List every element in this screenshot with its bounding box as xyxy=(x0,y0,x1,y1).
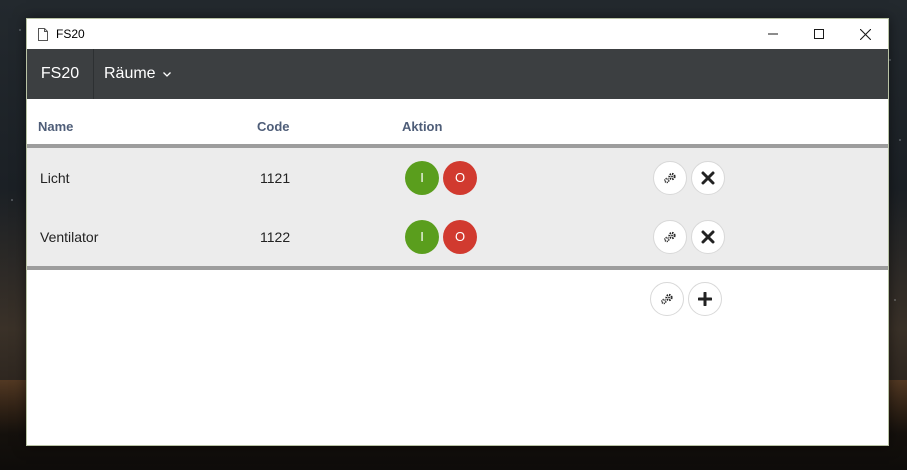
global-settings-button[interactable] xyxy=(650,282,684,316)
column-header-action: Aktion xyxy=(402,119,443,134)
device-table: Name Code Aktion Licht 1121 I O Ventilat… xyxy=(27,99,888,328)
switch-off-button[interactable]: O xyxy=(443,160,477,195)
gears-icon xyxy=(664,231,676,242)
delete-button[interactable] xyxy=(691,219,725,254)
times-icon xyxy=(701,230,715,243)
table-row: Licht 1121 I O xyxy=(27,148,888,207)
table-header: Name Code Aktion xyxy=(27,99,888,144)
rooms-dropdown-label: Räume xyxy=(104,65,156,82)
window-title: FS20 xyxy=(56,27,85,41)
switch-off-button[interactable]: O xyxy=(443,219,477,254)
maximize-button[interactable] xyxy=(796,19,842,49)
gears-icon xyxy=(661,293,673,305)
close-icon xyxy=(859,28,871,40)
switch-on-button[interactable]: I xyxy=(405,160,439,195)
settings-button[interactable] xyxy=(653,160,687,195)
rooms-dropdown[interactable]: Räume xyxy=(94,49,172,99)
device-code: 1122 xyxy=(260,228,291,245)
table-footer xyxy=(27,270,888,328)
brand-link[interactable]: FS20 xyxy=(27,49,94,99)
times-icon xyxy=(701,171,715,184)
minimize-icon xyxy=(768,33,778,35)
table-row: Ventilator 1122 I O xyxy=(27,207,888,266)
device-name: Licht xyxy=(40,169,70,186)
add-device-button[interactable] xyxy=(688,282,722,316)
app-window: FS20 FS20 Räume Name Code Aktion Licht 1… xyxy=(26,18,889,446)
minimize-button[interactable] xyxy=(750,19,796,49)
settings-button[interactable] xyxy=(653,219,687,254)
chevron-down-icon xyxy=(162,72,171,77)
switch-on-button[interactable]: I xyxy=(405,219,439,254)
plus-icon xyxy=(698,292,712,306)
title-bar[interactable]: FS20 xyxy=(27,19,888,49)
maximize-icon xyxy=(814,29,824,39)
delete-button[interactable] xyxy=(691,160,725,195)
column-header-code: Code xyxy=(257,119,290,134)
device-code: 1121 xyxy=(260,169,291,186)
window-controls xyxy=(750,19,888,49)
document-icon xyxy=(38,27,48,41)
close-button[interactable] xyxy=(842,19,888,49)
device-name: Ventilator xyxy=(40,228,99,245)
column-header-name: Name xyxy=(38,119,74,134)
top-navbar: FS20 Räume xyxy=(27,49,888,99)
gears-icon xyxy=(664,172,676,183)
table-body: Licht 1121 I O Ventilator 1122 I O xyxy=(27,148,888,266)
